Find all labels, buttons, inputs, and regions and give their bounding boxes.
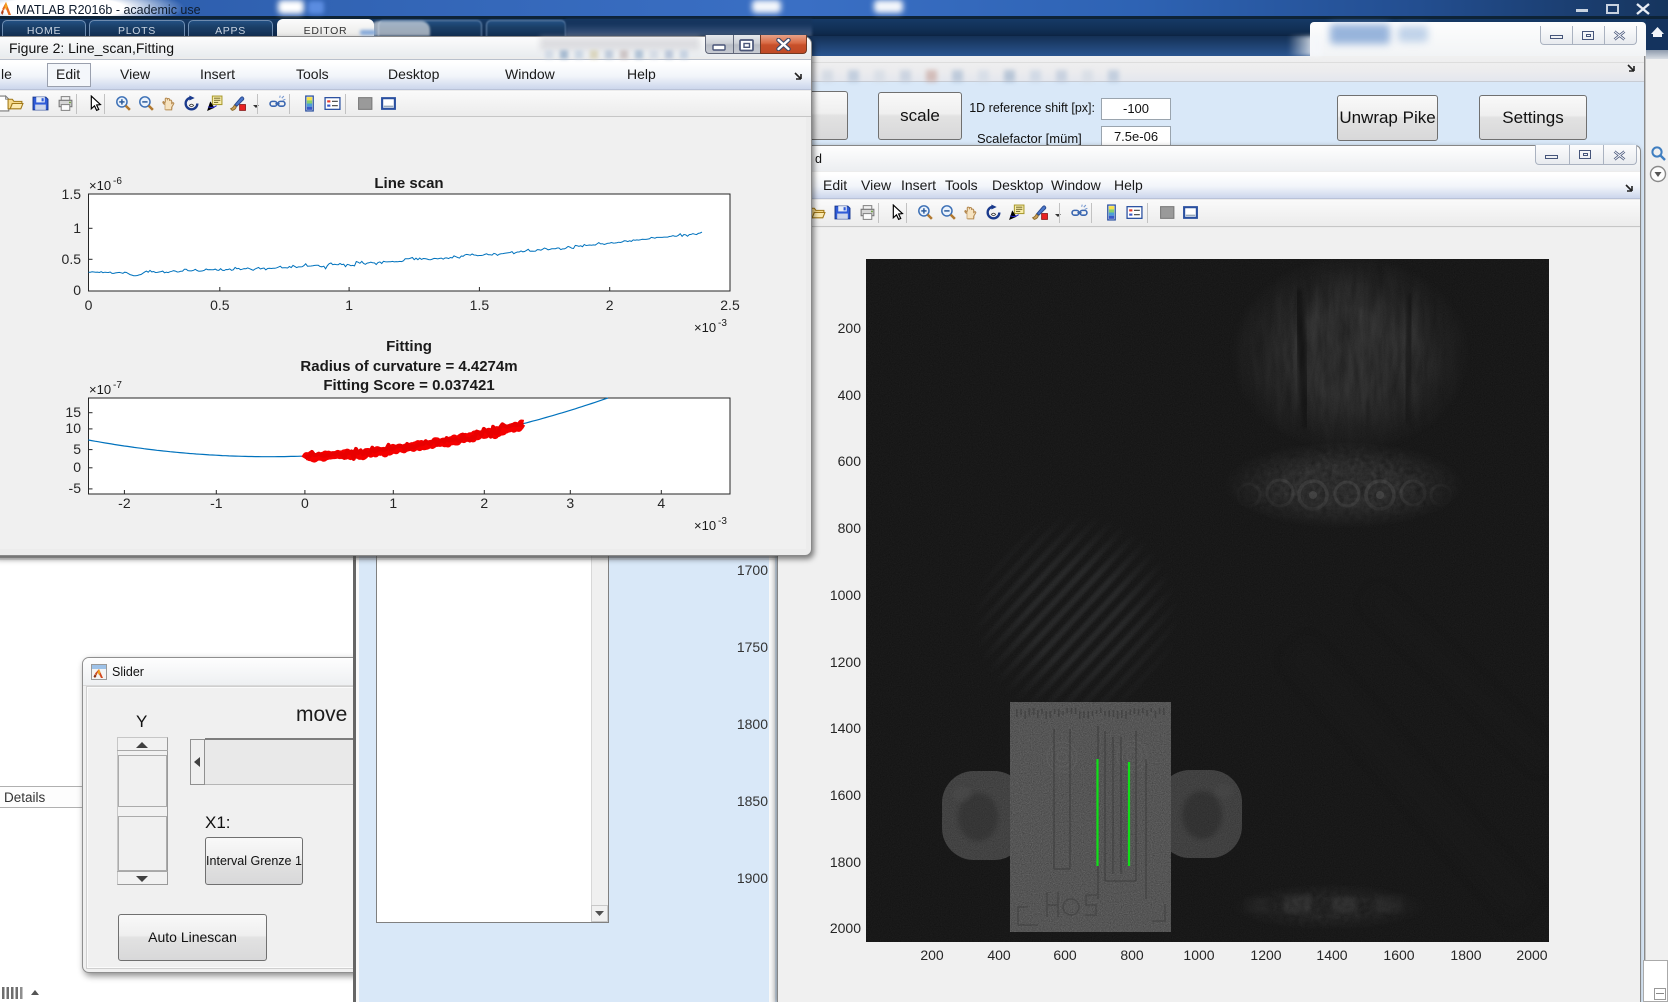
svg-text:10: 10 <box>65 420 81 436</box>
svg-text:×10: ×10 <box>89 178 111 193</box>
svg-text:15: 15 <box>65 404 81 420</box>
svg-text:-2: -2 <box>118 495 131 511</box>
svg-text:0: 0 <box>73 459 81 475</box>
svg-text:0.5: 0.5 <box>62 251 82 267</box>
svg-text:1.5: 1.5 <box>470 297 490 313</box>
svg-text:Fitting: Fitting <box>386 338 432 355</box>
svg-text:-5: -5 <box>69 480 82 496</box>
svg-text:Line scan: Line scan <box>374 175 443 192</box>
svg-text:Radius of curvature = 4.4274m: Radius of curvature = 4.4274m <box>300 358 517 375</box>
svg-text:×10: ×10 <box>694 518 716 533</box>
svg-text:1: 1 <box>73 220 81 236</box>
svg-text:0: 0 <box>85 297 93 313</box>
svg-text:5: 5 <box>73 441 81 457</box>
svg-text:-1: -1 <box>210 495 223 511</box>
svg-text:0: 0 <box>301 495 309 511</box>
svg-text:×10: ×10 <box>89 382 111 397</box>
svg-text:-6: -6 <box>113 176 122 187</box>
svg-text:-7: -7 <box>113 380 122 391</box>
svg-text:-3: -3 <box>718 516 727 527</box>
svg-text:2: 2 <box>480 495 488 511</box>
svg-text:-3: -3 <box>718 318 727 329</box>
svg-text:2.5: 2.5 <box>720 297 740 313</box>
svg-text:2: 2 <box>606 297 614 313</box>
svg-text:3: 3 <box>566 495 574 511</box>
svg-text:4: 4 <box>657 495 665 511</box>
svg-text:1: 1 <box>389 495 397 511</box>
svg-text:1: 1 <box>345 297 353 313</box>
svg-text:Fitting Score = 0.037421: Fitting Score = 0.037421 <box>323 377 494 394</box>
svg-text:0: 0 <box>73 282 81 298</box>
svg-text:0.5: 0.5 <box>210 297 230 313</box>
svg-text:1.5: 1.5 <box>62 186 82 202</box>
svg-text:×10: ×10 <box>694 320 716 335</box>
